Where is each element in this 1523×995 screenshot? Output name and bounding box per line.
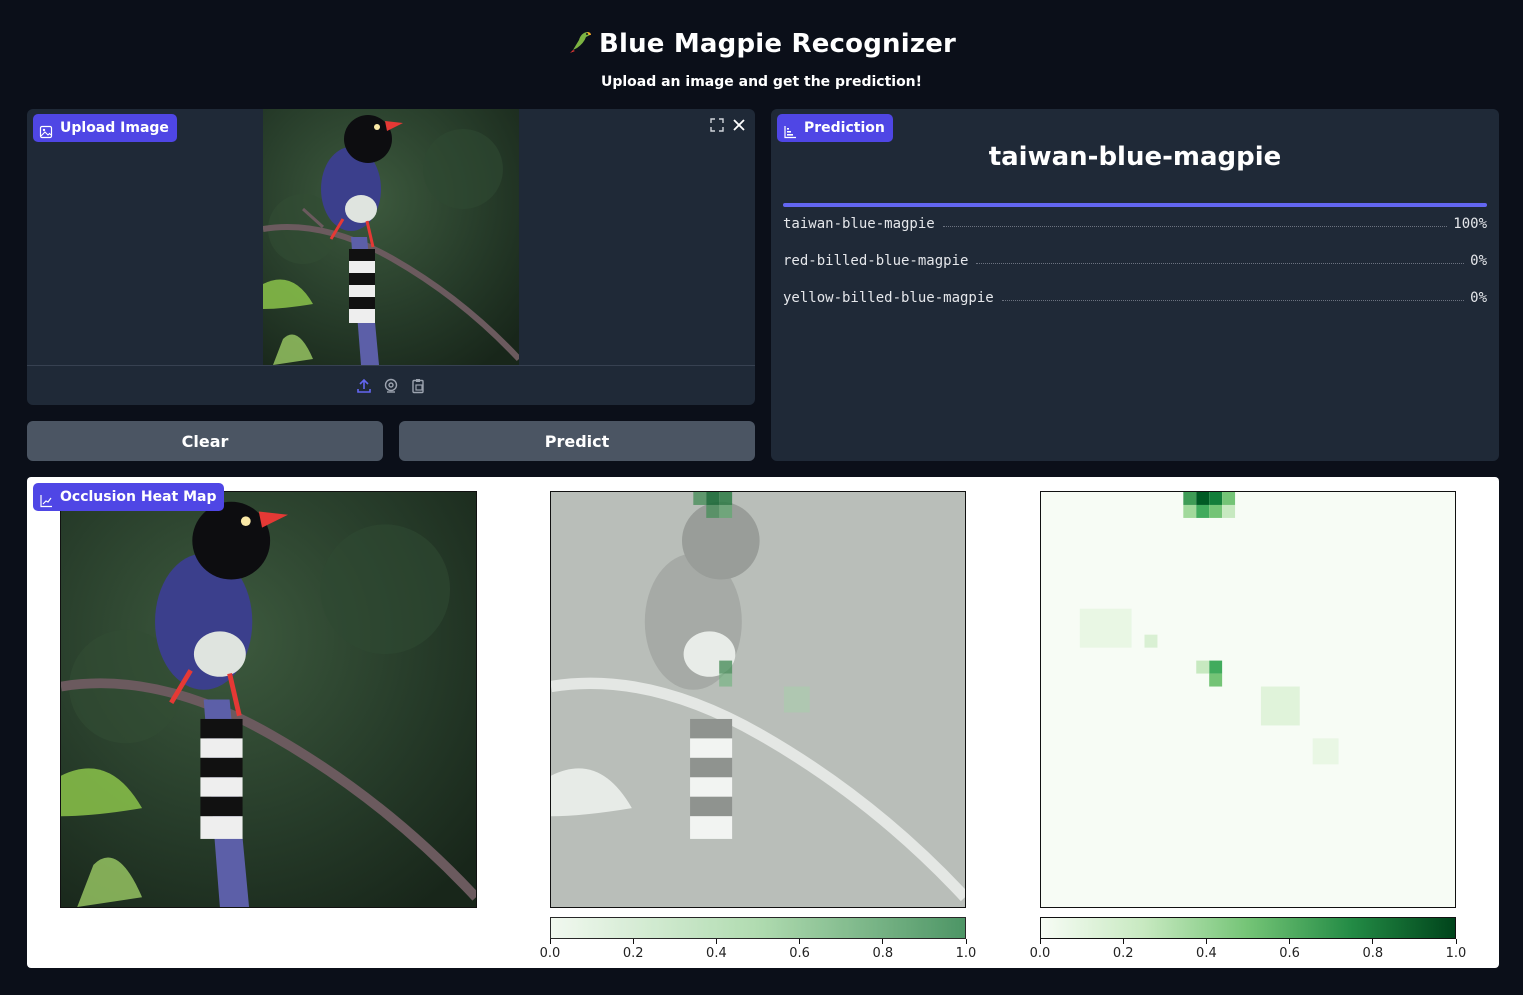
confidence-row[interactable]: red-billed-blue-magpie 0% <box>783 247 1487 269</box>
webcam-icon[interactable] <box>382 377 400 395</box>
image-icon <box>39 121 53 139</box>
heatmap-overlay-colorbar <box>550 917 966 939</box>
colorbar-tick-mark <box>1455 939 1457 944</box>
prediction-label: Prediction <box>777 114 893 142</box>
colorbar-tick-mark <box>1289 939 1291 944</box>
confidence-label: red-billed-blue-magpie <box>783 253 969 269</box>
colorbar-tick-label: 0.4 <box>706 946 727 961</box>
confidence-label: taiwan-blue-magpie <box>783 216 935 232</box>
occlusion-heatmap-label-text: Occlusion Heat Map <box>60 489 217 505</box>
confidence-value: 0% <box>1470 290 1487 306</box>
upload-icon[interactable] <box>355 377 373 395</box>
app-title-text: Blue Magpie Recognizer <box>598 29 957 59</box>
original-image-plot <box>60 491 477 908</box>
parrot-icon <box>567 28 593 61</box>
magpie-photo <box>263 109 519 365</box>
colorbar-tick-label: 0.8 <box>872 946 894 961</box>
colorbar-tick-label: 0.8 <box>1362 946 1384 961</box>
clipboard-icon[interactable] <box>409 377 427 395</box>
upload-image-label-text: Upload Image <box>60 120 169 136</box>
scatter-plot-icon <box>39 490 53 508</box>
confidence-row[interactable]: taiwan-blue-magpie 100% <box>783 210 1487 232</box>
confidence-value: 0% <box>1470 253 1487 269</box>
colorbar-tick-mark <box>1205 939 1207 944</box>
colorbar-tick-label: 1.0 <box>955 946 977 961</box>
predicted-class: taiwan-blue-magpie <box>988 142 1282 172</box>
occlusion-heatmap-label: Occlusion Heat Map <box>33 483 225 511</box>
confidence-row[interactable]: yellow-billed-blue-magpie 0% <box>783 284 1487 306</box>
confidence-label: yellow-billed-blue-magpie <box>783 290 994 306</box>
colorbar-tick-label: 0.0 <box>539 946 561 961</box>
confidence-value: 100% <box>1453 216 1487 232</box>
colorbar-tick-mark <box>799 939 801 944</box>
colorbar-tick-mark <box>1122 939 1124 944</box>
colorbar-tick-mark <box>1039 939 1041 944</box>
close-icon[interactable] <box>730 116 748 134</box>
colorbar-tick-mark <box>882 939 884 944</box>
upload-image-label: Upload Image <box>33 114 177 142</box>
heatmap-plot <box>1040 491 1456 908</box>
colorbar-tick-mark <box>965 939 967 944</box>
app-subtitle: Upload an image and get the prediction! <box>600 74 923 90</box>
colorbar-tick-label: 0.4 <box>1196 946 1217 961</box>
colorbar-tick-label: 0.2 <box>1112 946 1134 961</box>
colorbar-tick-mark <box>549 939 551 944</box>
heatmap-overlay-plot <box>550 491 966 908</box>
confidence-bar <box>783 203 1487 207</box>
predict-button[interactable]: Predict <box>399 421 755 461</box>
fullscreen-icon[interactable] <box>708 116 726 134</box>
bar-chart-icon <box>783 121 797 139</box>
colorbar-tick-label: 0.0 <box>1029 946 1051 961</box>
colorbar-tick-mark <box>632 939 634 944</box>
colorbar-tick-label: 0.6 <box>789 946 810 961</box>
heatmap-colorbar <box>1040 917 1456 939</box>
colorbar-tick-label: 1.0 <box>1445 946 1467 961</box>
prediction-label-text: Prediction <box>804 120 885 136</box>
uploaded-image <box>263 109 519 365</box>
clear-button[interactable]: Clear <box>27 421 383 461</box>
colorbar-tick-label: 0.2 <box>622 946 644 961</box>
colorbar-tick-label: 0.6 <box>1279 946 1300 961</box>
colorbar-tick-mark <box>715 939 717 944</box>
colorbar-tick-mark <box>1372 939 1374 944</box>
app-title: Blue Magpie Recognizer <box>0 28 1523 61</box>
